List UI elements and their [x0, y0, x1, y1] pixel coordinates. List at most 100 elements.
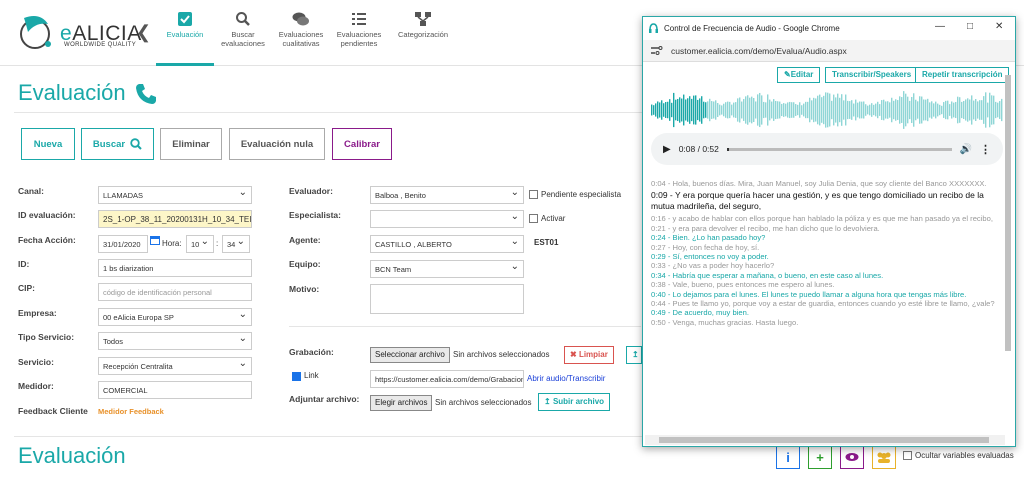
- empresa-select[interactable]: 00 eAlicia Europa SP: [98, 308, 252, 326]
- transcript-line[interactable]: 0:38 - Vale, bueno, pues entonces me esp…: [651, 280, 999, 289]
- elegir-archivos-button[interactable]: Elegir archivos: [370, 395, 433, 411]
- waveform-bar: [657, 101, 659, 119]
- eye-icon[interactable]: [840, 445, 864, 469]
- transcript-line[interactable]: 0:24 - Bien. ¿Lo han pasado hoy?: [651, 233, 999, 242]
- pendiente-checkbox[interactable]: [529, 190, 538, 199]
- evaluador-select[interactable]: Balboa , Benito: [370, 186, 524, 204]
- agente-select[interactable]: CASTILLO , ALBERTO: [370, 235, 524, 253]
- link-input[interactable]: https://customer.ealicia.com/demo/Grabac…: [370, 370, 524, 388]
- limpiar-button[interactable]: ✖ Limpiar: [564, 346, 614, 364]
- ocultar-label: Ocultar variables evaluadas: [915, 451, 1014, 460]
- motivo-textarea[interactable]: [370, 284, 524, 314]
- horizontal-scrollbar-thumb[interactable]: [659, 437, 989, 443]
- minuto-select[interactable]: 34: [222, 235, 250, 253]
- minimize-icon[interactable]: —: [935, 21, 945, 32]
- audio-player[interactable]: ▶ 0:08 / 0:52 🔊 ⋮: [651, 133, 1003, 165]
- pencil-icon: ✎: [784, 70, 791, 79]
- calibrar-button[interactable]: Calibrar: [332, 128, 392, 160]
- repetir-transcripcion-button[interactable]: Repetir transcripción: [915, 67, 1010, 83]
- nav-evaluacion[interactable]: Evaluación: [156, 8, 214, 66]
- headphone-icon: [649, 23, 658, 33]
- transcript-line[interactable]: 0:50 - Venga, muchas gracias. Hasta lueg…: [651, 318, 999, 327]
- nav-evaluaciones-pendientes[interactable]: Evaluaciones pendientes: [330, 8, 388, 66]
- more-options-icon[interactable]: ⋮: [980, 143, 991, 156]
- nav-categorizacion[interactable]: Categorización: [388, 8, 458, 66]
- transcript-line[interactable]: 0:44 - Pues te llamo yo, porque voy a es…: [651, 299, 999, 308]
- medidor-feedback-link[interactable]: Medidor Feedback: [98, 407, 164, 416]
- upload-button-partial[interactable]: ↥: [626, 346, 642, 364]
- subir-archivo-button[interactable]: ↥ Subir archivo: [538, 393, 611, 411]
- evaluacion-nula-button[interactable]: Evaluación nula: [229, 128, 325, 160]
- waveform-bar: [733, 102, 735, 118]
- fecha-field[interactable]: 31/01/2020: [98, 235, 148, 253]
- waveform-bar: [655, 103, 657, 117]
- nav-evaluaciones-cualitativas[interactable]: Evaluaciones cualitativas: [272, 8, 330, 66]
- waveform-bar: [735, 102, 737, 118]
- tipo-servicio-select[interactable]: Todos: [98, 332, 252, 350]
- nav-buscar-evaluaciones[interactable]: Buscar evaluaciones: [214, 8, 272, 66]
- waveform-bar: [763, 101, 765, 119]
- id-field[interactable]: 1 bs diarization: [98, 259, 252, 277]
- nueva-button[interactable]: Nueva: [21, 128, 75, 160]
- transcript-line[interactable]: 0:33 - ¿No vas a poder hoy hacerlo?: [651, 261, 999, 270]
- canal-select[interactable]: LLAMADAS: [98, 186, 252, 204]
- users-icon[interactable]: [872, 445, 896, 469]
- vertical-scrollbar-thumb[interactable]: [1005, 75, 1011, 351]
- waveform-bar: [957, 96, 959, 124]
- equipo-select[interactable]: BCN Team: [370, 260, 524, 278]
- hora-select[interactable]: 10: [186, 235, 214, 253]
- waveform-bar: [747, 95, 749, 125]
- transcript-line[interactable]: 0:29 - Sí, entonces no voy a poder.: [651, 252, 999, 261]
- calendar-icon[interactable]: [150, 235, 160, 245]
- transcript-line[interactable]: 0:16 - y acabo de hablar con ellos porqu…: [651, 214, 999, 223]
- ocultar-checkbox[interactable]: [903, 451, 912, 460]
- link-checkbox[interactable]: [292, 372, 301, 381]
- waveform-bar: [959, 97, 961, 123]
- editar-button[interactable]: ✎Editar: [777, 67, 821, 83]
- transcript-line[interactable]: 0:49 - De acuerdo, muy bien.: [651, 308, 999, 317]
- play-icon[interactable]: ▶: [663, 144, 671, 155]
- section-title: Evaluación: [18, 443, 126, 468]
- especialista-select[interactable]: [370, 210, 524, 228]
- transcribir-speakers-button[interactable]: Transcribir/Speakers: [825, 67, 919, 83]
- id-evaluacion-field[interactable]: 2S_1-OP_38_11_20200131H_10_34_TEI: [98, 210, 252, 228]
- maximize-icon[interactable]: □: [967, 21, 973, 32]
- waveform-bar: [677, 98, 679, 122]
- waveform-bar: [865, 104, 867, 116]
- activar-checkbox[interactable]: [529, 214, 538, 223]
- transcript-line[interactable]: 0:40 - Lo dejamos para el lunes. El lune…: [651, 290, 999, 299]
- info-icon[interactable]: i: [776, 445, 800, 469]
- waveform-bar: [773, 99, 775, 121]
- close-icon[interactable]: ✕: [995, 21, 1003, 32]
- servicio-select[interactable]: Recepción Centralita: [98, 357, 252, 375]
- waveform-bar: [723, 103, 725, 117]
- back-chevron-icon[interactable]: ❮: [136, 22, 151, 43]
- waveform-bar: [859, 101, 861, 119]
- horizontal-scrollbar[interactable]: [645, 435, 1005, 445]
- buscar-button[interactable]: Buscar: [81, 128, 154, 160]
- main-nav: Evaluación Buscar evaluaciones Evaluacio…: [156, 8, 458, 66]
- volume-icon[interactable]: 🔊: [960, 144, 972, 155]
- waveform-bar: [769, 99, 771, 121]
- waveform-bar: [941, 105, 943, 115]
- transcript-line[interactable]: 0:09 - Y era porque quería hacer una ges…: [651, 190, 999, 212]
- waveform-bar: [927, 98, 929, 122]
- waveform-bar: [745, 96, 747, 124]
- audio-waveform[interactable]: [651, 87, 1003, 133]
- transcript-line[interactable]: 0:04 - Hola, buenos días. Mira, Juan Man…: [651, 179, 999, 188]
- abrir-audio-link[interactable]: Abrir audio/Transcribir: [527, 374, 605, 383]
- transcript-line[interactable]: 0:21 - y era para devolver el recibo, me…: [651, 224, 999, 233]
- agente-label: Agente:: [289, 235, 321, 245]
- evaluador-label: Evaluador:: [289, 186, 333, 196]
- cip-input[interactable]: código de identificación personal: [98, 283, 252, 301]
- transcript-line[interactable]: 0:34 - Habría que esperar a mañana, o bu…: [651, 271, 999, 280]
- audio-progress-track[interactable]: [726, 147, 952, 151]
- medidor-field[interactable]: COMERCIAL: [98, 381, 252, 399]
- eliminar-button[interactable]: Eliminar: [160, 128, 222, 160]
- seleccionar-archivo-button[interactable]: Seleccionar archivo: [370, 347, 450, 363]
- popup-address-bar[interactable]: customer.ealicia.com/demo/Evalua/Audio.a…: [643, 40, 1015, 62]
- plus-icon[interactable]: +: [808, 445, 832, 469]
- ealicia-logo[interactable]: eALICIA WORLDWIDE QUALITY: [14, 10, 141, 56]
- transcript-line[interactable]: 0:27 - Hoy, con fecha de hoy, sí.: [651, 243, 999, 252]
- agente-code: EST01: [534, 238, 559, 247]
